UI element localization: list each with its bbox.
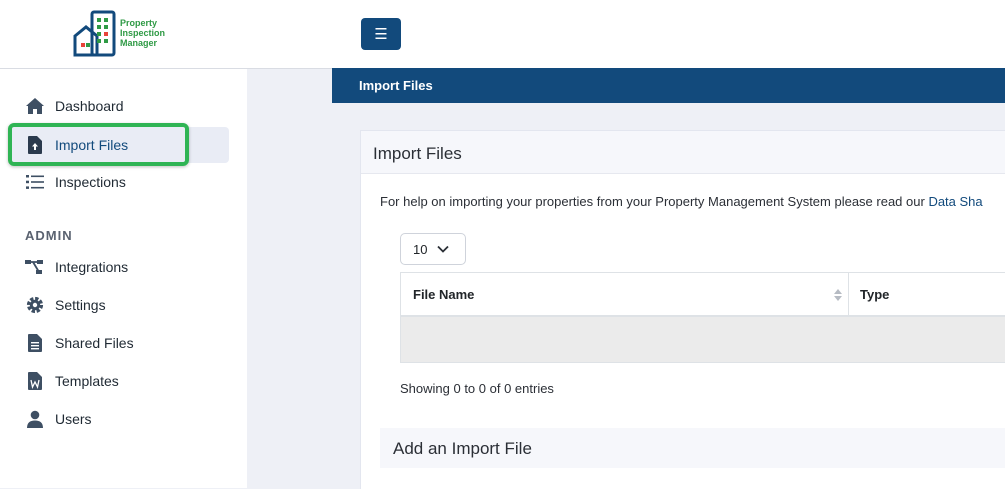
page-header: Import Files — [332, 68, 1005, 103]
top-bar: Property Inspection Manager ☰ — [0, 0, 1005, 69]
page-length-value: 10 — [413, 241, 428, 257]
table-row-empty — [401, 317, 1005, 363]
page-title: Import Files — [359, 78, 433, 93]
gear-icon — [25, 295, 45, 315]
admin-section-heading: ADMIN — [25, 228, 73, 243]
import-files-table: File Name Type — [400, 272, 1005, 363]
page-length-select[interactable]: 10 — [400, 233, 466, 265]
user-icon — [25, 409, 45, 429]
sidebar-item-label: Inspections — [55, 174, 126, 190]
brand-logo[interactable]: Property Inspection Manager — [72, 9, 165, 57]
import-files-card: Import Files For help on importing your … — [360, 130, 1005, 489]
list-icon — [25, 172, 45, 192]
sidebar-item-inspections[interactable]: Inspections — [8, 164, 229, 200]
table-info: Showing 0 to 0 of 0 entries — [400, 381, 554, 396]
sidebar-item-label: Integrations — [55, 259, 129, 275]
column-header-label: File Name — [413, 286, 475, 302]
column-header-label: Type — [860, 286, 890, 302]
help-text-body: For help on importing your properties fr… — [380, 194, 929, 209]
column-header-file-name[interactable]: File Name — [401, 273, 849, 317]
brand-line-1: Property — [120, 18, 158, 28]
sort-icon — [834, 289, 842, 301]
data-sharing-link[interactable]: Data Sha — [928, 194, 982, 209]
help-text: For help on importing your properties fr… — [380, 194, 983, 209]
brand-name: Property Inspection Manager — [120, 18, 165, 48]
sidebar-item-dashboard[interactable]: Dashboard — [8, 88, 229, 124]
brand-line-2: Inspection — [120, 28, 166, 38]
sidebar-item-shared-files[interactable]: Shared Files — [8, 325, 229, 361]
document-icon — [25, 333, 45, 353]
card-header: Import Files — [361, 131, 1005, 174]
sidebar-item-label: Dashboard — [55, 98, 124, 114]
sidebar-item-users[interactable]: Users — [8, 401, 229, 437]
word-file-icon — [25, 371, 45, 391]
sitemap-icon — [25, 257, 45, 277]
sidebar-item-label: Settings — [55, 297, 106, 313]
sidebar-item-settings[interactable]: Settings — [8, 287, 229, 323]
chevron-down-icon — [437, 245, 450, 253]
sidebar-item-integrations[interactable]: Integrations — [8, 249, 229, 285]
column-header-type[interactable]: Type — [849, 273, 1005, 317]
section-title: Add an Import File — [393, 439, 532, 458]
menu-toggle-button[interactable]: ☰ — [361, 18, 401, 50]
sidebar-item-label: Users — [55, 411, 92, 427]
selection-highlight — [8, 123, 189, 166]
home-icon — [25, 96, 45, 116]
building-logo-icon — [73, 10, 116, 57]
sidebar-item-label: Shared Files — [55, 335, 134, 351]
hamburger-icon: ☰ — [374, 26, 388, 43]
add-import-file-header: Add an Import File — [380, 428, 1005, 468]
sidebar-item-label: Templates — [55, 373, 119, 389]
card-title: Import Files — [373, 144, 462, 163]
sidebar-item-templates[interactable]: Templates — [8, 363, 229, 399]
brand-line-3: Manager — [120, 38, 158, 48]
